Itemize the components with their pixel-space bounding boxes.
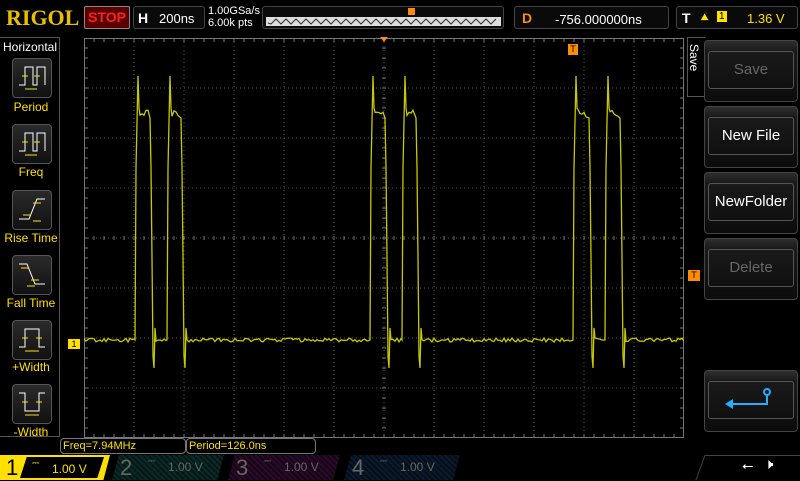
rising-edge-icon: ⯅ xyxy=(699,9,710,26)
acquisition-info: 1.00GSa/s 6.00k pts xyxy=(208,5,260,29)
channel-4-tab[interactable]: 4 ⎓ 1.00 V xyxy=(344,455,460,480)
memory-waveform-icon xyxy=(263,7,503,28)
trigger-box[interactable]: T ⯅ 1 1.36 V xyxy=(676,6,798,29)
fall-time-label: Fall Time xyxy=(0,296,62,310)
ch4-scale: 1.00 V xyxy=(400,460,435,474)
graticule xyxy=(84,38,684,438)
delay-box[interactable]: D -756.000000ns xyxy=(514,6,669,29)
ch1-scale: 1.00 V xyxy=(52,462,87,476)
pos-width-label: +Width xyxy=(0,360,62,374)
trigger-time-marker[interactable]: T xyxy=(568,44,578,55)
return-button[interactable] xyxy=(704,370,798,432)
horizontal-measure-menu: Horizontal Period Freq Rise Time Fall Ti… xyxy=(0,37,60,437)
rise-time-button[interactable] xyxy=(12,190,52,230)
ch1-offset-marker[interactable]: 1 xyxy=(68,339,80,349)
return-arrow-icon xyxy=(709,382,793,418)
pos-width-button[interactable] xyxy=(12,320,52,360)
waveform-display[interactable] xyxy=(84,38,684,438)
save-button[interactable]: Save xyxy=(704,40,798,102)
freq-label: Freq xyxy=(0,165,62,179)
ch3-scale: 1.00 V xyxy=(284,460,319,474)
trigger-level: 1.36 V xyxy=(747,11,785,26)
new-folder-button[interactable]: NewFolder xyxy=(704,172,798,234)
freq-button[interactable] xyxy=(12,124,52,164)
period-label: Period xyxy=(0,100,62,114)
speaker-muted-icon[interactable]: 🕨 xyxy=(764,456,773,473)
neg-width-button[interactable] xyxy=(12,384,52,424)
channel-1-tab[interactable]: 1 ⎓ 1.00 V xyxy=(0,455,110,480)
menu-tab: Save xyxy=(687,37,705,97)
run-stop-status[interactable]: STOP xyxy=(84,6,130,29)
neg-width-label: -Width xyxy=(0,425,62,439)
trigger-position-icon xyxy=(408,8,415,15)
fall-time-button[interactable] xyxy=(12,255,52,295)
ch2-scale: 1.00 V xyxy=(168,460,203,474)
dc-coupling-icon: ⎓ xyxy=(32,458,39,469)
measurement-freq: Freq=7.94MHz xyxy=(60,438,186,454)
delete-button[interactable]: Delete xyxy=(704,238,798,300)
trigger-source: 1 xyxy=(717,11,727,22)
h-label: H xyxy=(138,10,148,26)
rise-time-label: Rise Time xyxy=(0,231,62,245)
menu-title: Horizontal xyxy=(0,38,59,54)
menu-tab-title: Save xyxy=(687,44,701,71)
memory-depth: 6.00k pts xyxy=(208,17,260,29)
new-file-button[interactable]: New File xyxy=(704,106,798,168)
measurement-period: Period=126.0ns xyxy=(186,438,316,454)
channel-2-tab[interactable]: 2 ⎓ 1.00 V xyxy=(112,455,224,480)
delay-value: -756.000000ns xyxy=(555,12,642,27)
period-button[interactable] xyxy=(12,58,52,98)
sample-rate: 1.00GSa/s xyxy=(208,5,260,17)
trigger-label: T xyxy=(682,10,691,26)
timebase-box[interactable]: H 200ns xyxy=(133,6,205,29)
memory-overview xyxy=(262,6,504,29)
trigger-level-marker[interactable]: T xyxy=(688,270,700,281)
timebase-value: 200ns xyxy=(159,11,194,26)
rigol-logo: RIGOL xyxy=(6,5,79,31)
usb-icon: ⭠ xyxy=(742,457,753,474)
delay-label: D xyxy=(522,10,532,26)
center-marker-icon xyxy=(380,37,388,42)
channel-3-tab[interactable]: 3 ⎓ 1.00 V xyxy=(228,455,340,480)
